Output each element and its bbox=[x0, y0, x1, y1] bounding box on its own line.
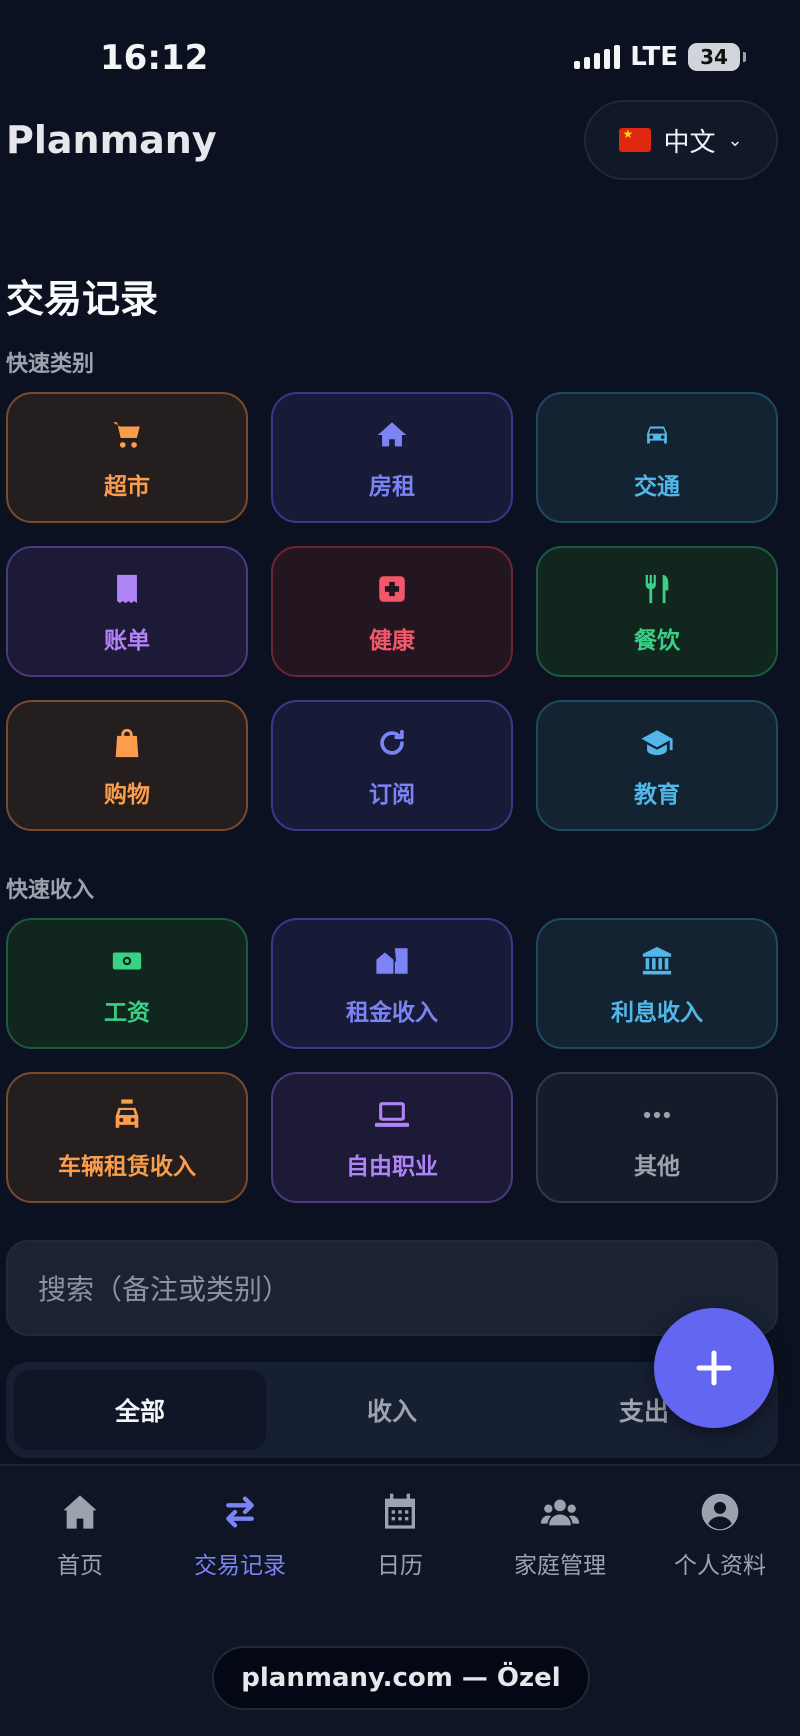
status-time: 16:12 bbox=[100, 38, 209, 78]
taxi-icon bbox=[107, 1095, 147, 1135]
nav-family[interactable]: 家庭管理 bbox=[480, 1492, 640, 1580]
battery-icon: 34 bbox=[688, 43, 746, 71]
tile-label: 其他 bbox=[634, 1153, 680, 1180]
tile-label: 利息收入 bbox=[611, 999, 703, 1026]
category-bills[interactable]: 账单 bbox=[6, 546, 248, 677]
money-icon bbox=[107, 941, 147, 981]
filter-tab-all[interactable]: 全部 bbox=[14, 1370, 266, 1450]
nav-label: 日历 bbox=[377, 1553, 423, 1579]
income-freelance[interactable]: 自由职业 bbox=[271, 1072, 513, 1203]
category-dining[interactable]: 餐饮 bbox=[536, 546, 778, 677]
language-label: 中文 bbox=[663, 127, 716, 158]
income-interest[interactable]: 利息收入 bbox=[536, 918, 778, 1049]
network-type: LTE bbox=[630, 42, 678, 72]
transfer-icon bbox=[220, 1492, 260, 1536]
shopping-bag-icon bbox=[107, 723, 147, 763]
category-transport[interactable]: 交通 bbox=[536, 392, 778, 523]
category-supermarket[interactable]: 超市 bbox=[6, 392, 248, 523]
category-rent[interactable]: 房租 bbox=[271, 392, 513, 523]
tile-label: 自由职业 bbox=[346, 1153, 438, 1180]
more-icon bbox=[637, 1095, 677, 1135]
browser-url-pill[interactable]: planmany.com — Özel bbox=[212, 1646, 590, 1710]
graduation-cap-icon bbox=[637, 723, 677, 763]
china-flag-icon bbox=[619, 127, 652, 152]
category-subscription[interactable]: 订阅 bbox=[271, 700, 513, 831]
filter-tab-income[interactable]: 收入 bbox=[266, 1370, 518, 1450]
home-icon bbox=[60, 1492, 100, 1536]
user-circle-icon bbox=[700, 1492, 740, 1536]
tile-label: 工资 bbox=[104, 999, 150, 1026]
brand-logo: Planmany bbox=[6, 118, 217, 162]
app-header: Planmany 中文 ⌄ bbox=[0, 100, 800, 180]
chevron-down-icon: ⌄ bbox=[727, 129, 743, 151]
nav-transactions[interactable]: 交易记录 bbox=[160, 1492, 320, 1580]
tile-label: 租金收入 bbox=[346, 999, 438, 1026]
nav-label: 首页 bbox=[57, 1553, 103, 1579]
house-icon bbox=[372, 415, 412, 455]
quick-categories-label: 快速类别 bbox=[6, 352, 95, 377]
income-other[interactable]: 其他 bbox=[536, 1072, 778, 1203]
page-title: 交易记录 bbox=[6, 277, 159, 321]
tile-label: 教育 bbox=[634, 781, 680, 808]
tile-label: 健康 bbox=[369, 627, 415, 654]
income-salary[interactable]: 工资 bbox=[6, 918, 248, 1049]
calendar-icon bbox=[380, 1492, 420, 1536]
cart-icon bbox=[107, 415, 147, 455]
signal-icon bbox=[574, 45, 621, 69]
plus-icon bbox=[696, 1350, 732, 1386]
nav-label: 家庭管理 bbox=[514, 1553, 606, 1579]
users-icon bbox=[540, 1492, 580, 1536]
car-icon bbox=[637, 415, 677, 455]
medical-icon bbox=[372, 569, 412, 609]
quick-income-grid: 工资 租金收入 利息收入 车辆租赁收入 自由职业 其他 bbox=[6, 918, 778, 1203]
quick-categories-grid: 超市 房租 交通 账单 健康 餐饮 购物 订阅 教育 bbox=[6, 392, 778, 831]
tile-label: 车辆租赁收入 bbox=[58, 1153, 196, 1180]
search-placeholder: 搜索（备注或类别） bbox=[38, 1273, 291, 1306]
building-icon bbox=[372, 941, 412, 981]
nav-label: 个人资料 bbox=[674, 1553, 766, 1579]
category-shopping[interactable]: 购物 bbox=[6, 700, 248, 831]
nav-profile[interactable]: 个人资料 bbox=[640, 1492, 800, 1580]
tile-label: 购物 bbox=[104, 781, 150, 808]
tile-label: 订阅 bbox=[369, 781, 415, 808]
utensils-icon bbox=[637, 569, 677, 609]
quick-income-label: 快速收入 bbox=[6, 878, 95, 903]
category-health[interactable]: 健康 bbox=[271, 546, 513, 677]
search-input[interactable]: 搜索（备注或类别） bbox=[6, 1240, 778, 1336]
add-transaction-button[interactable] bbox=[654, 1308, 774, 1428]
bottom-nav: 首页 交易记录 日历 家庭管理 个人资料 planmany.com — Özel bbox=[0, 1464, 800, 1736]
receipt-icon bbox=[107, 569, 147, 609]
status-indicators: LTE 34 bbox=[574, 42, 746, 72]
nav-home[interactable]: 首页 bbox=[0, 1492, 160, 1580]
category-education[interactable]: 教育 bbox=[536, 700, 778, 831]
refresh-icon bbox=[372, 723, 412, 763]
language-selector[interactable]: 中文 ⌄ bbox=[584, 100, 778, 180]
tile-label: 账单 bbox=[104, 627, 150, 654]
tile-label: 超市 bbox=[104, 473, 150, 500]
tile-label: 餐饮 bbox=[634, 627, 680, 654]
tile-label: 交通 bbox=[634, 473, 680, 500]
tile-label: 房租 bbox=[369, 473, 415, 500]
income-vehicle-rental[interactable]: 车辆租赁收入 bbox=[6, 1072, 248, 1203]
laptop-icon bbox=[372, 1095, 412, 1135]
nav-calendar[interactable]: 日历 bbox=[320, 1492, 480, 1580]
nav-label: 交易记录 bbox=[194, 1553, 286, 1579]
income-rental[interactable]: 租金收入 bbox=[271, 918, 513, 1049]
bank-icon bbox=[637, 941, 677, 981]
